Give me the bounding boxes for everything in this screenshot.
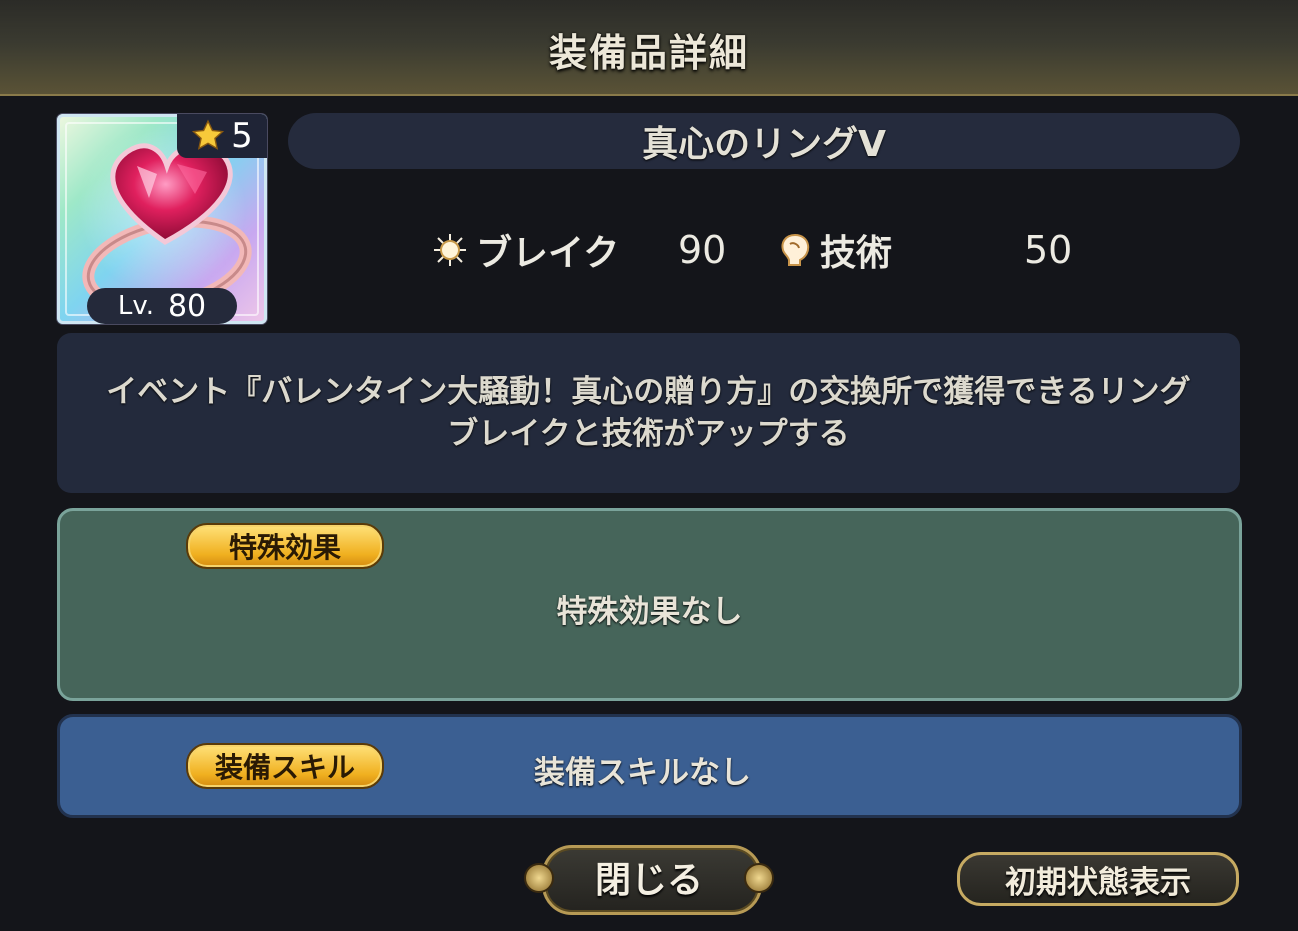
page-title: 装備品詳細: [548, 30, 749, 75]
special-effect-text: 特殊効果なし: [556, 594, 743, 630]
break-burst-icon: [434, 234, 466, 266]
close-button[interactable]: 閉じる: [524, 843, 774, 915]
stat-technique: 技術: [778, 224, 892, 276]
star-icon: [192, 119, 225, 150]
close-button-left-ornament: [524, 863, 554, 893]
technique-head-icon: [781, 233, 810, 266]
close-button-label: 閉じる: [594, 860, 703, 901]
equip-skill-tag: 装備スキル: [186, 743, 384, 789]
level-badge: Lv. 80: [87, 288, 237, 324]
item-name: 真心のリングⅤ: [642, 124, 886, 165]
description-panel: イベント『バレンタイン大騒動！真心の贈り方』の交換所で獲得できるリング ブレイク…: [57, 333, 1240, 493]
stat-technique-label: 技術: [820, 233, 893, 274]
item-icon-frame[interactable]: 5 Lv. 80: [57, 114, 267, 324]
stat-break: ブレイク: [432, 224, 619, 276]
header-bar: 装備品詳細: [0, 0, 1298, 96]
equip-skill-panel: 装備スキル 装備スキルなし: [57, 714, 1242, 818]
special-effect-panel: 特殊効果 特殊効果なし: [57, 508, 1242, 701]
reset-state-button[interactable]: 初期状態表示: [957, 852, 1239, 906]
description-line-1: イベント『バレンタイン大騒動！真心の贈り方』の交換所で獲得できるリング: [106, 374, 1191, 410]
stat-break-value: 90: [678, 228, 727, 272]
stat-break-label: ブレイク: [476, 233, 620, 274]
close-button-right-ornament: [744, 863, 774, 893]
equip-skill-text: 装備スキルなし: [534, 755, 751, 791]
reset-state-button-label: 初期状態表示: [1005, 864, 1191, 901]
rarity-value: 5: [231, 116, 253, 156]
special-effect-tag: 特殊効果: [186, 523, 384, 569]
stat-technique-value: 50: [1024, 228, 1073, 272]
level-prefix: Lv.: [117, 291, 154, 321]
level-value: 80: [167, 288, 207, 324]
item-name-bar: 真心のリングⅤ: [288, 113, 1240, 169]
rarity-badge: 5: [177, 114, 267, 158]
description-line-2: ブレイクと技術がアップする: [447, 416, 850, 452]
